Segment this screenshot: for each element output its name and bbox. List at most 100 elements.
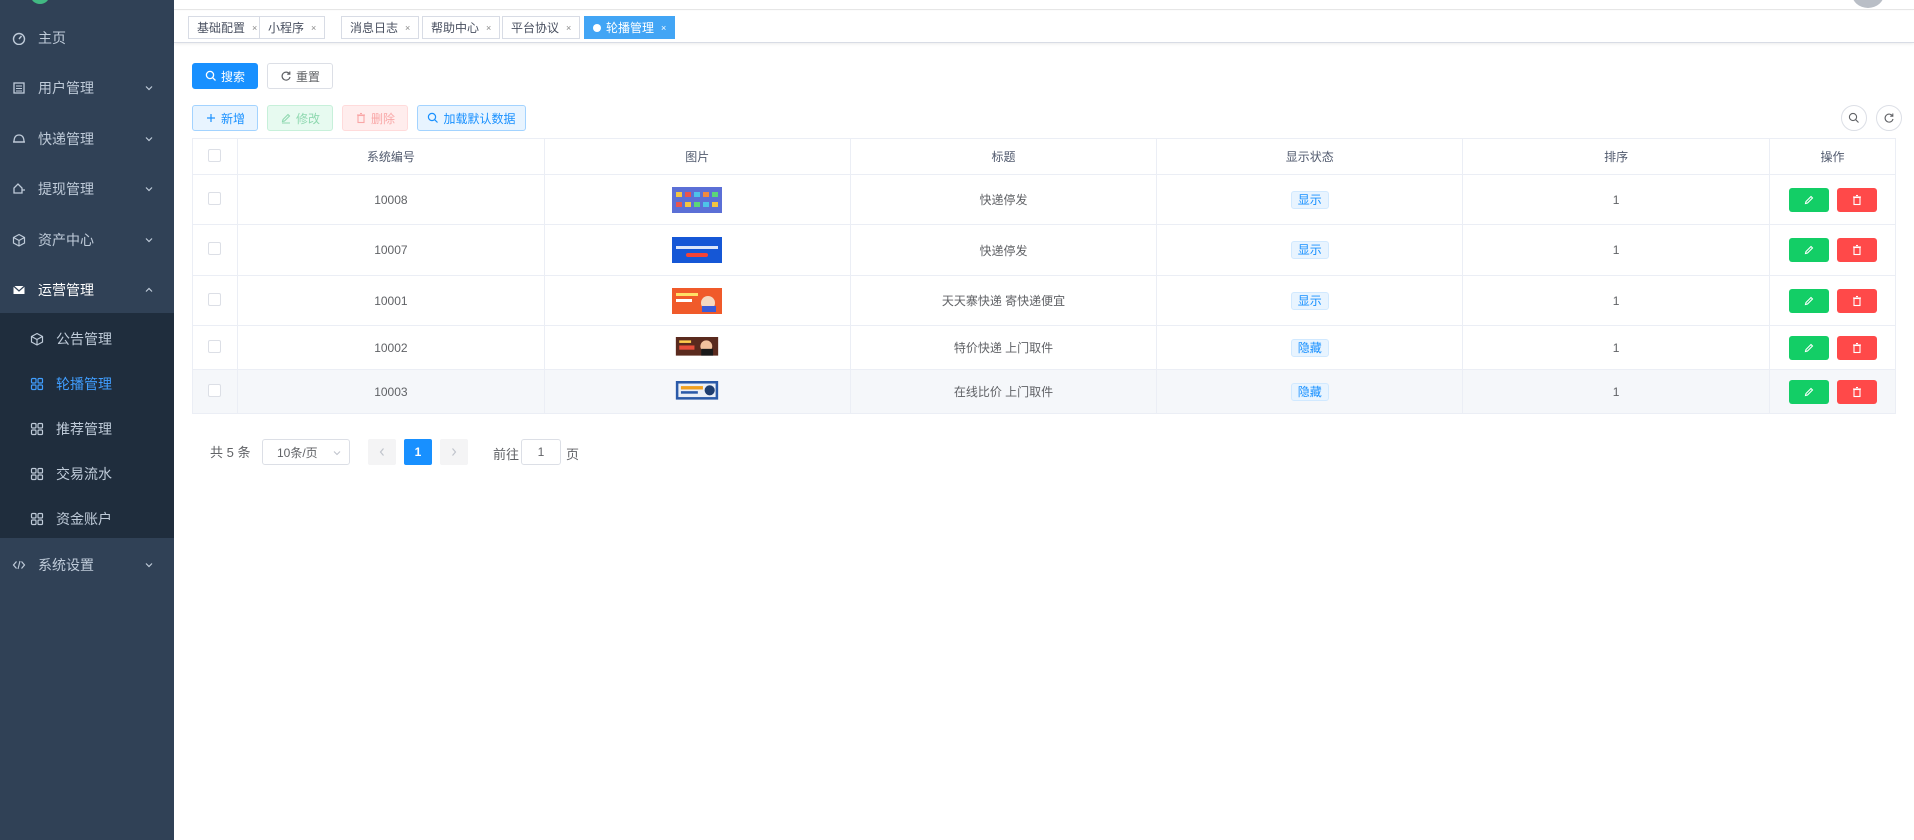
sidebar-item-delivery[interactable]: 快递管理	[0, 114, 174, 164]
sort-cell: 1	[1462, 369, 1771, 414]
status-badge: 显示	[1290, 190, 1329, 209]
close-icon[interactable]: ×	[661, 23, 666, 33]
toggle-search-button[interactable]	[1841, 105, 1867, 131]
next-page-button[interactable]	[440, 439, 468, 465]
row-edit-button[interactable]	[1788, 187, 1829, 212]
status-cell: 显示	[1156, 275, 1464, 326]
search-button[interactable]: 搜索	[192, 63, 258, 89]
carousel-thumbnail[interactable]	[672, 380, 722, 403]
search-button-label: 搜索	[220, 69, 245, 84]
chevron-down-icon	[333, 451, 341, 456]
cube-icon	[12, 233, 26, 247]
sidebar-item-label: 资产中心	[38, 232, 94, 248]
close-icon[interactable]: ×	[252, 23, 257, 33]
row-checkbox[interactable]	[208, 242, 222, 255]
grid-icon	[30, 422, 44, 436]
row-checkbox[interactable]	[208, 339, 222, 353]
tags-view: 基础配置 × 小程序 × 消息日志 × 帮助中心 × 平台协议 × 轮播管理 ×	[174, 11, 1914, 43]
delivery-icon	[12, 132, 26, 146]
status-badge: 隐藏	[1290, 338, 1329, 357]
row-delete-button[interactable]	[1836, 379, 1877, 404]
row-checkbox[interactable]	[208, 191, 222, 205]
delete-button[interactable]: 删除	[342, 105, 408, 131]
row-edit-button[interactable]	[1788, 238, 1829, 262]
select-all-cell[interactable]	[192, 138, 238, 175]
close-icon[interactable]: ×	[486, 23, 491, 33]
table-row[interactable]: 10007 快递停发 显示 1	[192, 224, 1896, 276]
prev-page-button[interactable]	[368, 439, 396, 465]
tag-basic-config[interactable]: 基础配置 ×	[188, 16, 267, 39]
edit-icon	[280, 112, 292, 124]
active-dot-icon	[593, 23, 601, 32]
sidebar-item-assets[interactable]: 资产中心	[0, 215, 174, 265]
sort-cell: 1	[1462, 224, 1771, 276]
tag-platform-agreement[interactable]: 平台协议 ×	[502, 16, 581, 39]
id-cell: 10008	[236, 174, 545, 225]
id-cell: 10001	[236, 275, 545, 326]
row-checkbox[interactable]	[208, 292, 222, 306]
close-icon[interactable]: ×	[566, 23, 571, 33]
carousel-thumbnail[interactable]	[672, 336, 722, 359]
page-number-button[interactable]: 1	[404, 439, 432, 465]
row-edit-button[interactable]	[1788, 288, 1829, 313]
actions-cell	[1769, 325, 1896, 370]
table-row[interactable]: 10001 天天寨快递 寄快递便宜 显示 1	[192, 275, 1896, 326]
add-button[interactable]: 新增	[192, 105, 258, 131]
page-size-select[interactable]: 10条/页	[262, 439, 350, 465]
image-cell	[543, 369, 851, 414]
sidebar-item-operations[interactable]: 运营管理	[0, 265, 174, 315]
chevron-right-icon	[452, 448, 457, 456]
row-edit-button[interactable]	[1788, 335, 1829, 360]
cube-icon	[30, 332, 44, 346]
actions-cell	[1769, 275, 1896, 326]
sidebar: 主页 用户管理 快递管理 提现管理 资产中心 运营管理 公告管理 轮播管理 推荐…	[0, 0, 174, 840]
tag-mini-program[interactable]: 小程序 ×	[259, 16, 326, 39]
status-cell: 显示	[1156, 224, 1464, 276]
row-edit-button[interactable]	[1788, 379, 1829, 404]
sidebar-item-carousel[interactable]: 轮播管理	[0, 361, 174, 406]
sidebar-item-settings[interactable]: 系统设置	[0, 540, 174, 590]
sidebar-item-transactions[interactable]: 交易流水	[0, 451, 174, 496]
sidebar-item-notices[interactable]: 公告管理	[0, 316, 174, 361]
tag-carousel-management[interactable]: 轮播管理 ×	[584, 16, 676, 39]
column-header: 图片	[543, 138, 851, 175]
sidebar-item-recommend[interactable]: 推荐管理	[0, 406, 174, 451]
tag-help-center[interactable]: 帮助中心 ×	[422, 16, 501, 39]
avatar[interactable]	[1852, 0, 1884, 8]
refresh-table-button[interactable]	[1876, 105, 1902, 131]
table-row[interactable]: 10003 在线比价 上门取件 隐藏 1	[192, 369, 1896, 414]
mail-icon	[12, 283, 26, 297]
sidebar-item-users[interactable]: 用户管理	[0, 63, 174, 113]
edit-button[interactable]: 修改	[267, 105, 333, 131]
title-cell: 快递停发	[849, 224, 1158, 276]
sidebar-item-withdraw[interactable]: 提现管理	[0, 164, 174, 214]
sort-cell: 1	[1462, 174, 1771, 225]
sidebar-item-label: 用户管理	[38, 80, 94, 96]
search-icon	[205, 70, 217, 82]
table-row[interactable]: 10008 快递停发 显示 1	[192, 174, 1896, 225]
row-delete-button[interactable]	[1836, 288, 1877, 313]
row-delete-button[interactable]	[1836, 187, 1877, 212]
row-delete-button[interactable]	[1836, 335, 1877, 360]
row-checkbox[interactable]	[208, 383, 222, 397]
select-all-checkbox[interactable]	[208, 148, 222, 162]
sidebar-item-fund-account[interactable]: 资金账户	[0, 496, 174, 541]
load-default-data-button[interactable]: 加载默认数据	[417, 105, 526, 131]
carousel-thumbnail[interactable]	[672, 186, 723, 213]
carousel-thumbnail[interactable]	[672, 237, 723, 263]
dashboard-icon	[12, 31, 26, 45]
status-badge: 显示	[1290, 291, 1329, 310]
sort-cell: 1	[1462, 325, 1771, 370]
table-row[interactable]: 10002 特价快递 上门取件 隐藏 1	[192, 325, 1896, 370]
sidebar-item-home[interactable]: 主页	[0, 13, 174, 63]
tag-message-log[interactable]: 消息日志 ×	[341, 16, 420, 39]
status-badge: 隐藏	[1290, 382, 1329, 401]
close-icon[interactable]: ×	[405, 23, 410, 33]
delete-button-label: 删除	[370, 111, 395, 126]
sidebar-item-label: 系统设置	[38, 557, 94, 573]
goto-page-input[interactable]	[521, 439, 561, 465]
reset-button[interactable]: 重置	[267, 63, 333, 89]
carousel-thumbnail[interactable]	[672, 287, 723, 314]
row-delete-button[interactable]	[1836, 238, 1877, 262]
close-icon[interactable]: ×	[311, 23, 316, 33]
